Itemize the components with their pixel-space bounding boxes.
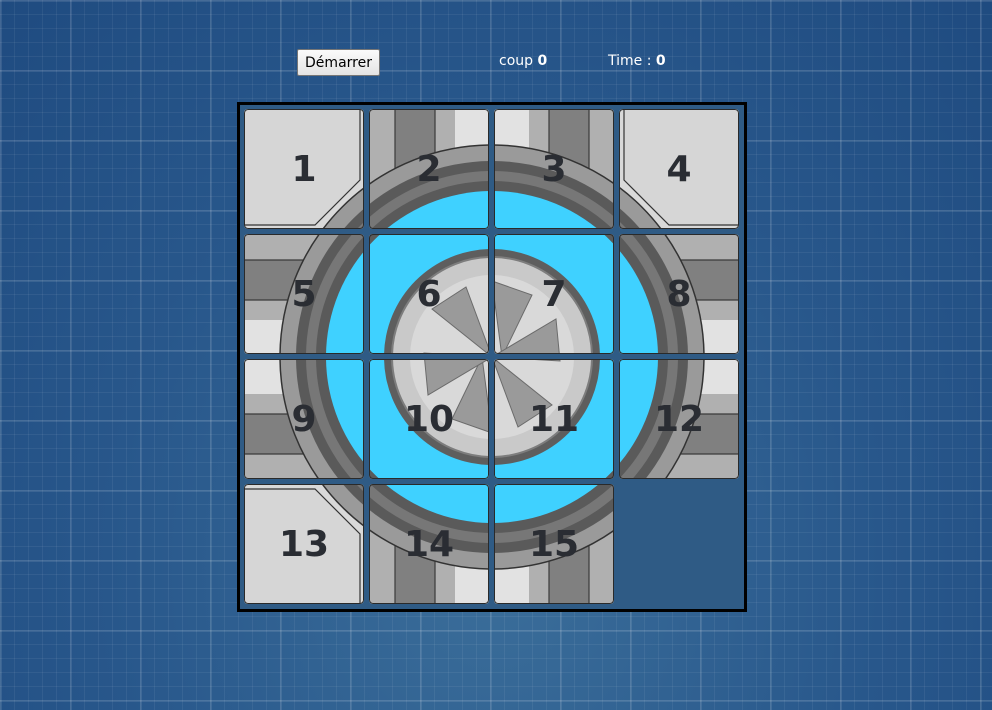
- puzzle-tile-2[interactable]: 2: [369, 109, 489, 229]
- puzzle-tile-5[interactable]: 5: [244, 234, 364, 354]
- puzzle-tile-11[interactable]: 11: [494, 359, 614, 479]
- start-button[interactable]: Démarrer: [297, 49, 380, 76]
- puzzle-tile-15[interactable]: 15: [494, 484, 614, 604]
- moves-value: 0: [537, 53, 548, 69]
- portal-aperture-icon: [494, 484, 614, 604]
- puzzle-tile-3[interactable]: 3: [494, 109, 614, 229]
- portal-aperture-icon: [369, 359, 489, 479]
- puzzle-tile-14[interactable]: 14: [369, 484, 489, 604]
- puzzle-tile-1[interactable]: 1: [244, 109, 364, 229]
- portal-aperture-icon: [494, 234, 614, 354]
- puzzle-tile-4[interactable]: 4: [619, 109, 739, 229]
- puzzle-tile-7[interactable]: 7: [494, 234, 614, 354]
- puzzle-tile-10[interactable]: 10: [369, 359, 489, 479]
- moves-counter: coup 0: [499, 51, 547, 71]
- puzzle-tile-6[interactable]: 6: [369, 234, 489, 354]
- portal-aperture-icon: [369, 484, 489, 604]
- puzzle-tile-13[interactable]: 13: [244, 484, 364, 604]
- portal-aperture-icon: [244, 234, 364, 354]
- puzzle-tile-9[interactable]: 9: [244, 359, 364, 479]
- puzzle-tile-12[interactable]: 12: [619, 359, 739, 479]
- timer: Time : 0: [608, 51, 666, 71]
- portal-aperture-icon: [494, 109, 614, 229]
- portal-aperture-icon: [369, 109, 489, 229]
- portal-aperture-icon: [244, 359, 364, 479]
- time-label: Time :: [608, 53, 652, 69]
- portal-aperture-icon: [619, 109, 739, 229]
- empty-slot: [619, 484, 739, 604]
- portal-aperture-icon: [369, 234, 489, 354]
- puzzle-tile-8[interactable]: 8: [619, 234, 739, 354]
- time-value: 0: [655, 53, 666, 69]
- portal-aperture-icon: [244, 484, 364, 604]
- portal-aperture-icon: [244, 109, 364, 229]
- portal-aperture-icon: [619, 359, 739, 479]
- moves-label: coup: [499, 53, 534, 69]
- portal-aperture-icon: [619, 234, 739, 354]
- puzzle-grid: 1 2 3 4 5 6 7 8 9 10 11 12 13 14 15: [240, 105, 744, 609]
- puzzle-board: 1 2 3 4 5 6 7 8 9 10 11 12 13 14 15: [237, 102, 747, 612]
- portal-aperture-icon: [494, 359, 614, 479]
